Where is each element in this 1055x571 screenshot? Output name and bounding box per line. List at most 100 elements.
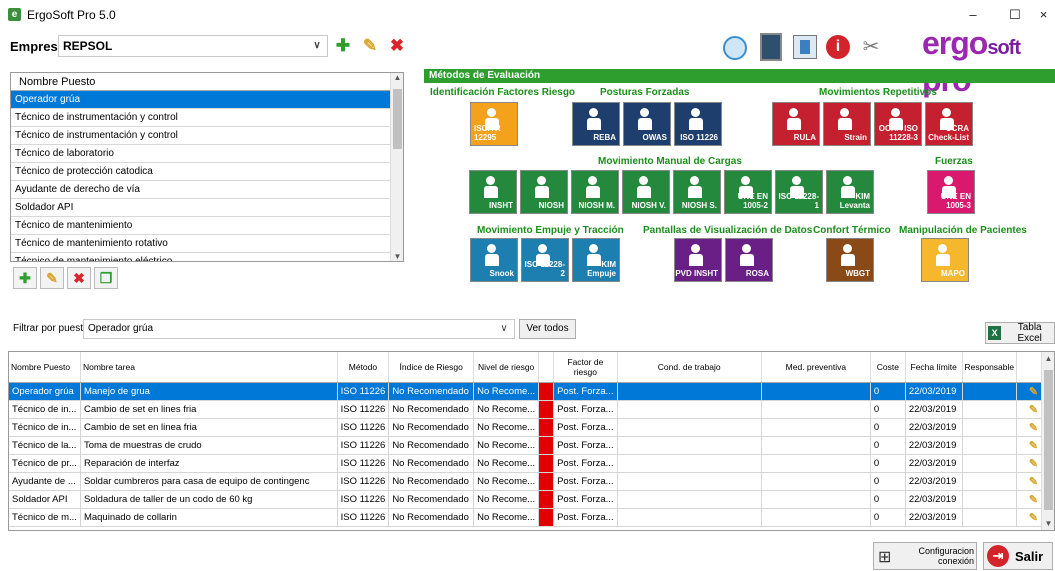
iso-11228-2-button[interactable]: ISO 11228-2 bbox=[521, 238, 569, 282]
cell-factor[interactable]: Post. Forza... bbox=[553, 418, 618, 437]
cell-resp[interactable] bbox=[962, 436, 1018, 455]
edit-pencil-icon[interactable]: ✎ bbox=[1029, 421, 1038, 434]
cell-coste[interactable]: 0 bbox=[870, 382, 906, 401]
scroll-down-icon[interactable]: ▼ bbox=[391, 252, 403, 261]
cell-metodo[interactable]: ISO 11226 bbox=[337, 508, 390, 527]
table-row[interactable]: Técnico de in... Cambio de set en linea f… bbox=[9, 418, 1054, 437]
cell-fecha[interactable]: 22/03/2019 bbox=[905, 400, 963, 419]
edit-pencil-icon[interactable]: ✎ bbox=[1029, 439, 1038, 452]
table-row[interactable]: Técnico de pr... Reparación de interfaz IS… bbox=[9, 454, 1054, 473]
wbgt-button[interactable]: WBGT bbox=[826, 238, 874, 282]
cell-med[interactable] bbox=[761, 400, 871, 419]
cell-tarea[interactable]: Manejo de grua bbox=[80, 382, 338, 401]
cell-nivel[interactable]: No Recome... bbox=[473, 400, 540, 419]
cell-indice[interactable]: No Recomendado bbox=[388, 418, 475, 437]
list-item[interactable]: Técnico de mantenimiento eléctrico bbox=[11, 253, 403, 261]
col-coste[interactable]: Coste bbox=[870, 352, 906, 383]
list-item[interactable]: Técnico de mantenimiento bbox=[11, 217, 403, 235]
edit-pencil-icon[interactable]: ✎ bbox=[1029, 403, 1038, 416]
tabla-excel-button[interactable]: X Tabla Excel bbox=[985, 322, 1055, 344]
cell-coste[interactable]: 0 bbox=[870, 418, 906, 437]
cell-coste[interactable]: 0 bbox=[870, 490, 906, 509]
cell-metodo[interactable]: ISO 11226 bbox=[337, 418, 390, 437]
configuracion-conexion-button[interactable]: ⊞ Configuracion conexión bbox=[873, 542, 977, 570]
cell-fecha[interactable]: 22/03/2019 bbox=[905, 436, 963, 455]
cell-nivel[interactable]: No Recome... bbox=[473, 418, 540, 437]
edit-pencil-icon[interactable]: ✎ bbox=[1029, 511, 1038, 524]
col-factor-riesgo[interactable]: Factor de riesgo bbox=[553, 352, 618, 383]
iso-11228-1-button[interactable]: ISO 11228-1 bbox=[775, 170, 823, 214]
cell-med[interactable] bbox=[761, 454, 871, 473]
cell-coste[interactable]: 0 bbox=[870, 472, 906, 491]
col-nombre-puesto[interactable]: Nombre Puesto bbox=[9, 352, 81, 383]
scroll-thumb[interactable] bbox=[1044, 370, 1053, 510]
scroll-up-icon[interactable]: ▲ bbox=[1042, 354, 1054, 363]
cell-resp[interactable] bbox=[962, 382, 1018, 401]
tareas-scrollbar[interactable]: ▲ ▼ bbox=[1041, 352, 1054, 530]
edit-pencil-icon[interactable]: ✎ bbox=[1029, 475, 1038, 488]
cell-resp[interactable] bbox=[962, 400, 1018, 419]
cell-med[interactable] bbox=[761, 436, 871, 455]
cell-nivel[interactable]: No Recome... bbox=[473, 382, 540, 401]
edit-pencil-icon[interactable]: ✎ bbox=[1029, 385, 1038, 398]
iso-11226-button[interactable]: ISO 11226 bbox=[674, 102, 722, 146]
cell-factor[interactable]: Post. Forza... bbox=[553, 490, 618, 509]
filtro-puesto-select[interactable]: Operador grúa ∨ bbox=[83, 319, 515, 339]
cell-fecha[interactable]: 22/03/2019 bbox=[905, 382, 963, 401]
cell-cond[interactable] bbox=[617, 472, 762, 491]
cell-factor[interactable]: Post. Forza... bbox=[553, 472, 618, 491]
strain-button[interactable]: Strain bbox=[823, 102, 871, 146]
iso-tr-12295-button[interactable]: ISO/TR 12295 bbox=[470, 102, 518, 146]
cell-fecha[interactable]: 22/03/2019 bbox=[905, 454, 963, 473]
cell-resp[interactable] bbox=[962, 418, 1018, 437]
cell-tarea[interactable]: Maquinado de collarin bbox=[80, 508, 338, 527]
cell-puesto[interactable]: Técnico de in... bbox=[9, 418, 81, 437]
cell-indice[interactable]: No Recomendado bbox=[388, 400, 475, 419]
niosh-v-button[interactable]: NIOSH V. bbox=[622, 170, 670, 214]
cell-metodo[interactable]: ISO 11226 bbox=[337, 490, 390, 509]
cell-factor[interactable]: Post. Forza... bbox=[553, 508, 618, 527]
add-puesto-button[interactable]: ✚ bbox=[13, 267, 37, 289]
niosh-s-button[interactable]: NIOSH S. bbox=[673, 170, 721, 214]
database-icon[interactable] bbox=[793, 35, 817, 59]
cell-cond[interactable] bbox=[617, 382, 762, 401]
tareas-grid[interactable]: Nombre Puesto Nombre tarea Método Índice… bbox=[8, 351, 1055, 531]
list-item[interactable]: Soldador API bbox=[11, 199, 403, 217]
cell-metodo[interactable]: ISO 11226 bbox=[337, 472, 390, 491]
cell-tarea[interactable]: Toma de muestras de crudo bbox=[80, 436, 338, 455]
cell-med[interactable] bbox=[761, 382, 871, 401]
cell-indice[interactable]: No Recomendado bbox=[388, 454, 475, 473]
refresh-icon[interactable] bbox=[723, 36, 747, 60]
cell-resp[interactable] bbox=[962, 454, 1018, 473]
cell-med[interactable] bbox=[761, 508, 871, 527]
cell-coste[interactable]: 0 bbox=[870, 508, 906, 527]
reba-button[interactable]: REBA bbox=[572, 102, 620, 146]
rula-button[interactable]: RULA bbox=[772, 102, 820, 146]
table-row[interactable]: Operador grúa Manejo de grua ISO 11226 No R… bbox=[9, 382, 1054, 401]
owas-button[interactable]: OWAS bbox=[623, 102, 671, 146]
cell-metodo[interactable]: ISO 11226 bbox=[337, 382, 390, 401]
cell-factor[interactable]: Post. Forza... bbox=[553, 382, 618, 401]
cell-factor[interactable]: Post. Forza... bbox=[553, 454, 618, 473]
cell-factor[interactable]: Post. Forza... bbox=[553, 400, 618, 419]
cell-fecha[interactable]: 22/03/2019 bbox=[905, 472, 963, 491]
list-item[interactable]: Técnico de laboratorio bbox=[11, 145, 403, 163]
cell-med[interactable] bbox=[761, 490, 871, 509]
salir-button[interactable]: ⇥ Salir bbox=[983, 542, 1053, 570]
insht-button[interactable]: INSHT bbox=[469, 170, 517, 214]
delete-puesto-button[interactable]: ✖ bbox=[67, 267, 91, 289]
cell-puesto[interactable]: Ayudante de ... bbox=[9, 472, 81, 491]
cell-fecha[interactable]: 22/03/2019 bbox=[905, 508, 963, 527]
cell-med[interactable] bbox=[761, 418, 871, 437]
minimize-button[interactable]: – bbox=[958, 6, 988, 24]
ocra-iso-button[interactable]: OCRA ISO 11228-3 bbox=[874, 102, 922, 146]
snook-button[interactable]: Snook bbox=[470, 238, 518, 282]
col-med-preventiva[interactable]: Med. preventiva bbox=[761, 352, 871, 383]
cell-tarea[interactable]: Soldadura de taller de un codo de 60 kg bbox=[80, 490, 338, 509]
cell-puesto[interactable]: Soldador API bbox=[9, 490, 81, 509]
list-item[interactable]: Operador grúa bbox=[11, 91, 403, 109]
puestos-list[interactable]: Nombre Puesto Operador grúa Técnico de i… bbox=[10, 72, 404, 262]
cell-cond[interactable] bbox=[617, 400, 762, 419]
col-fecha-limite[interactable]: Fecha límite bbox=[905, 352, 963, 383]
table-row[interactable]: Ayudante de ... Soldar cumbreros para cas… bbox=[9, 472, 1054, 491]
